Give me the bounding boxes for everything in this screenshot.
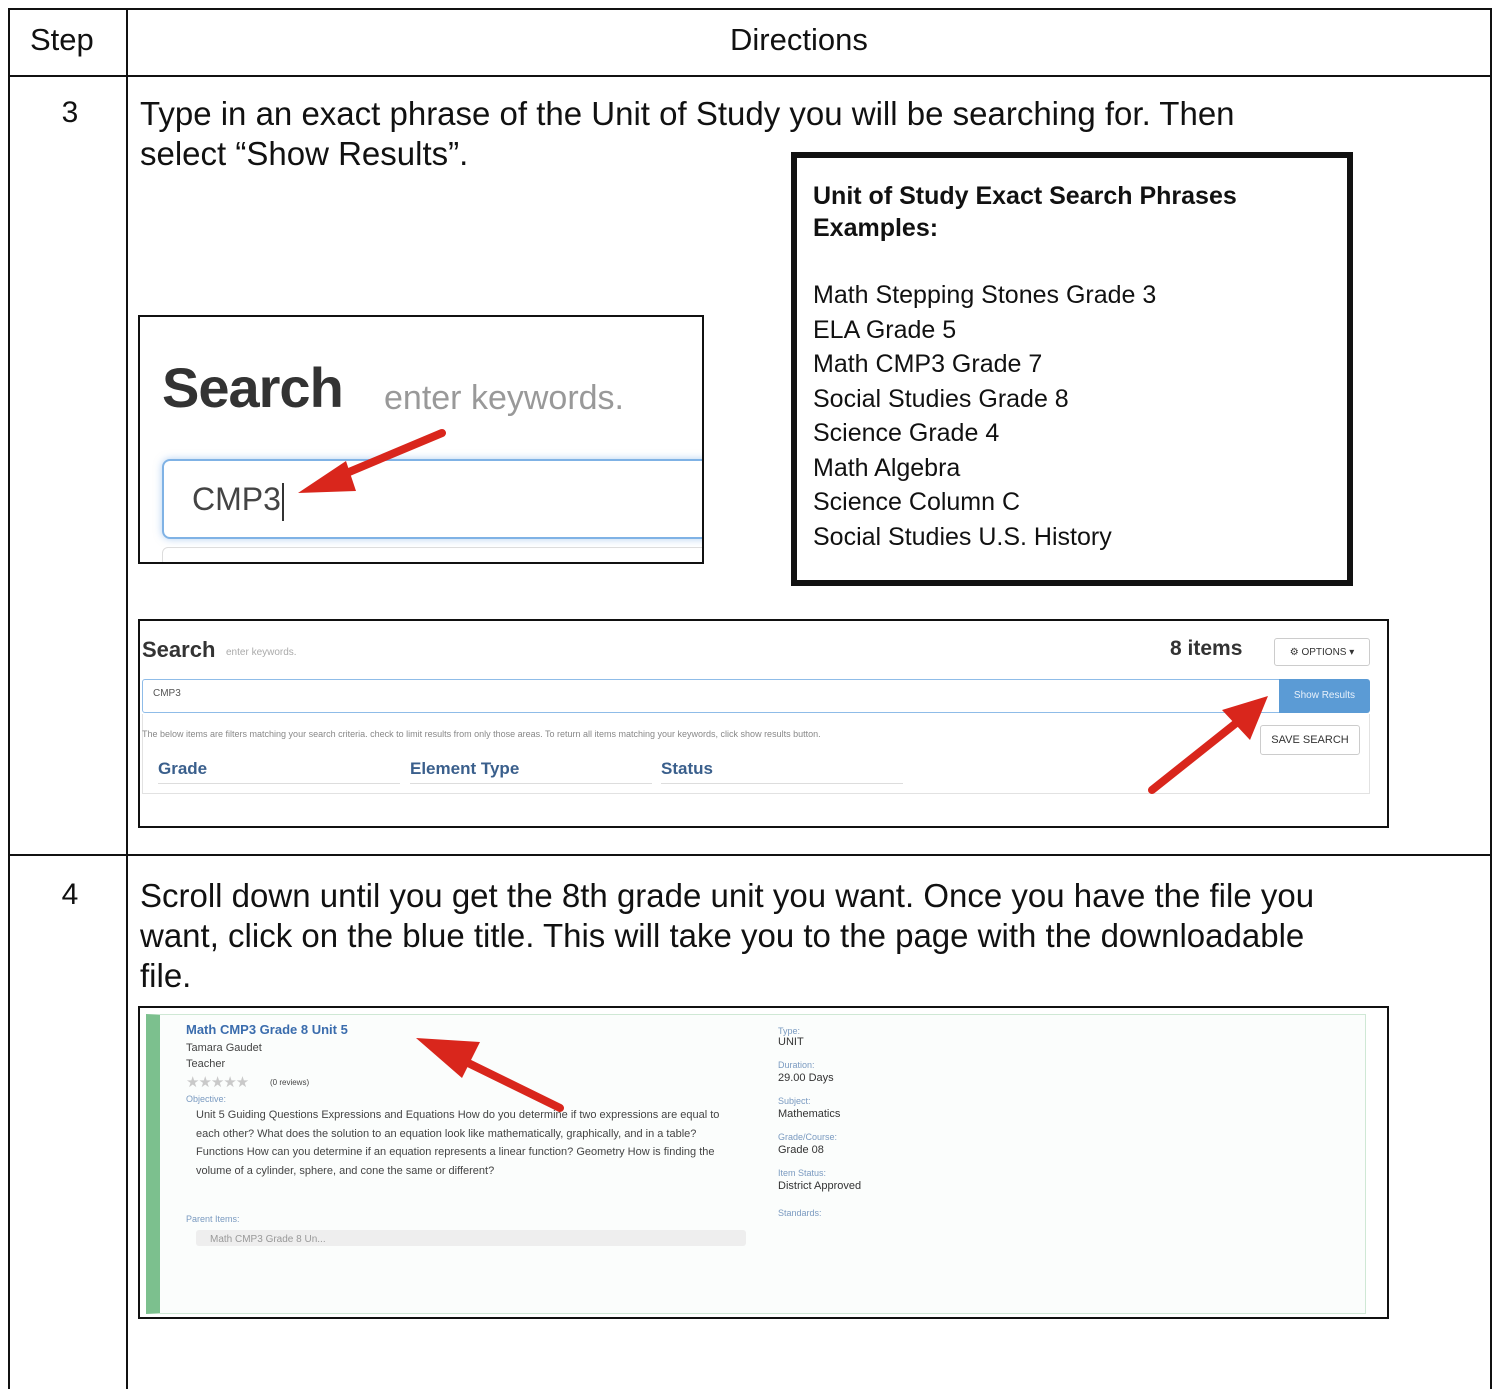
filter-divider: [661, 783, 903, 784]
objective-label: Objective:: [186, 1094, 227, 1104]
subject-label: Subject:: [778, 1096, 811, 1106]
filter-column-grade[interactable]: Grade: [158, 759, 207, 779]
step-4-instructions: Scroll down until you get the 8th grade …: [140, 876, 1314, 996]
filter-column-element-type[interactable]: Element Type: [410, 759, 519, 779]
pointer-arrow-icon: [416, 1038, 564, 1112]
table-column-divider: [126, 8, 128, 1389]
examples-box: Unit of Study Exact Search Phrases Examp…: [791, 152, 1353, 586]
search-subtitle: enter keywords.: [226, 647, 297, 658]
objective-text: Unit 5 Guiding Questions Expressions and…: [196, 1109, 720, 1177]
example-item: ELA Grade 5: [813, 315, 957, 344]
example-item: Math Stepping Stones Grade 3: [813, 281, 1157, 309]
rating-stars-icon: ★★★★★: [186, 1074, 249, 1091]
show-results-button[interactable]: Show Results: [1279, 679, 1370, 713]
step-4-line-3: file.: [140, 957, 192, 994]
parent-items-label: Parent Items:: [186, 1214, 240, 1224]
review-count: (0 reviews): [270, 1078, 310, 1087]
result-title-link[interactable]: Math CMP3 Grade 8 Unit 5: [186, 1022, 348, 1037]
table-border-left: [8, 8, 10, 1389]
standards-label: Standards:: [778, 1208, 822, 1218]
table-header-divider: [8, 75, 1492, 77]
duration-label: Duration:: [778, 1060, 815, 1070]
item-status-label: Item Status:: [778, 1168, 827, 1178]
zoomed-search-subtitle: enter keywords.: [384, 379, 624, 417]
type-label: Type:: [778, 1026, 801, 1036]
zoomed-search-title: Search: [162, 356, 344, 419]
example-item: Social Studies Grade 8: [813, 384, 1069, 413]
step-number-3: 3: [61, 96, 79, 129]
duration-value: 29.00 Days: [778, 1072, 834, 1084]
header-directions: Directions: [730, 22, 868, 57]
step-4-line-1: Scroll down until you get the 8th grade …: [140, 877, 1315, 914]
pointer-arrow-icon: [298, 429, 446, 493]
table-border-top: [8, 8, 1492, 10]
example-item: Science Column C: [813, 488, 1021, 516]
grade-course-value: Grade 08: [778, 1144, 824, 1156]
result-count: 8 items: [1170, 637, 1243, 660]
options-button[interactable]: ⚙ OPTIONS ▾: [1274, 638, 1370, 666]
step-number-4: 4: [61, 878, 79, 911]
table-row-divider: [8, 854, 1492, 856]
text-caret: [281, 482, 284, 521]
item-status-value: District Approved: [778, 1180, 862, 1192]
filter-divider: [410, 783, 652, 784]
examples-title: Unit of Study Exact Search Phrases Examp…: [813, 180, 1331, 244]
filter-hint: The below items are filters matching you…: [142, 729, 821, 739]
parent-item[interactable]: Math CMP3 Grade 8 Un...: [196, 1230, 746, 1246]
grade-course-label: Grade/Course:: [778, 1132, 838, 1142]
type-value: UNIT: [778, 1036, 804, 1048]
search-input[interactable]: CMP3: [142, 679, 1280, 713]
filter-divider: [158, 783, 400, 784]
zoomed-search-input-value: CMP3: [192, 481, 281, 517]
example-item: Math Algebra: [813, 453, 961, 482]
result-author: Tamara Gaudet: [186, 1042, 262, 1054]
result-card-screenshot: Math CMP3 Grade 8 Unit 5 Tamara Gaudet T…: [138, 1006, 1389, 1319]
example-item: Social Studies U.S. History: [813, 522, 1112, 551]
result-role: Teacher: [186, 1058, 226, 1070]
example-item: Science Grade 4: [813, 419, 1000, 447]
table-border-right: [1490, 8, 1492, 1389]
zoomed-filter-edge: [162, 547, 702, 562]
step-4-line-2: want, click on the blue title. This will…: [140, 917, 1305, 954]
example-item: Math CMP3 Grade 7: [813, 350, 1043, 378]
pointer-arrow-icon: [1148, 696, 1268, 794]
header-step: Step: [30, 22, 94, 57]
subject-value: Mathematics: [778, 1108, 841, 1120]
examples-title-line-1: Unit of Study Exact Search Phrases: [813, 182, 1237, 210]
filter-column-status[interactable]: Status: [661, 759, 713, 779]
examples-title-line-2: Examples:: [813, 214, 939, 242]
search-title: Search: [142, 637, 216, 662]
step-3-line-1: Type in an exact phrase of the Unit of S…: [140, 95, 1235, 132]
